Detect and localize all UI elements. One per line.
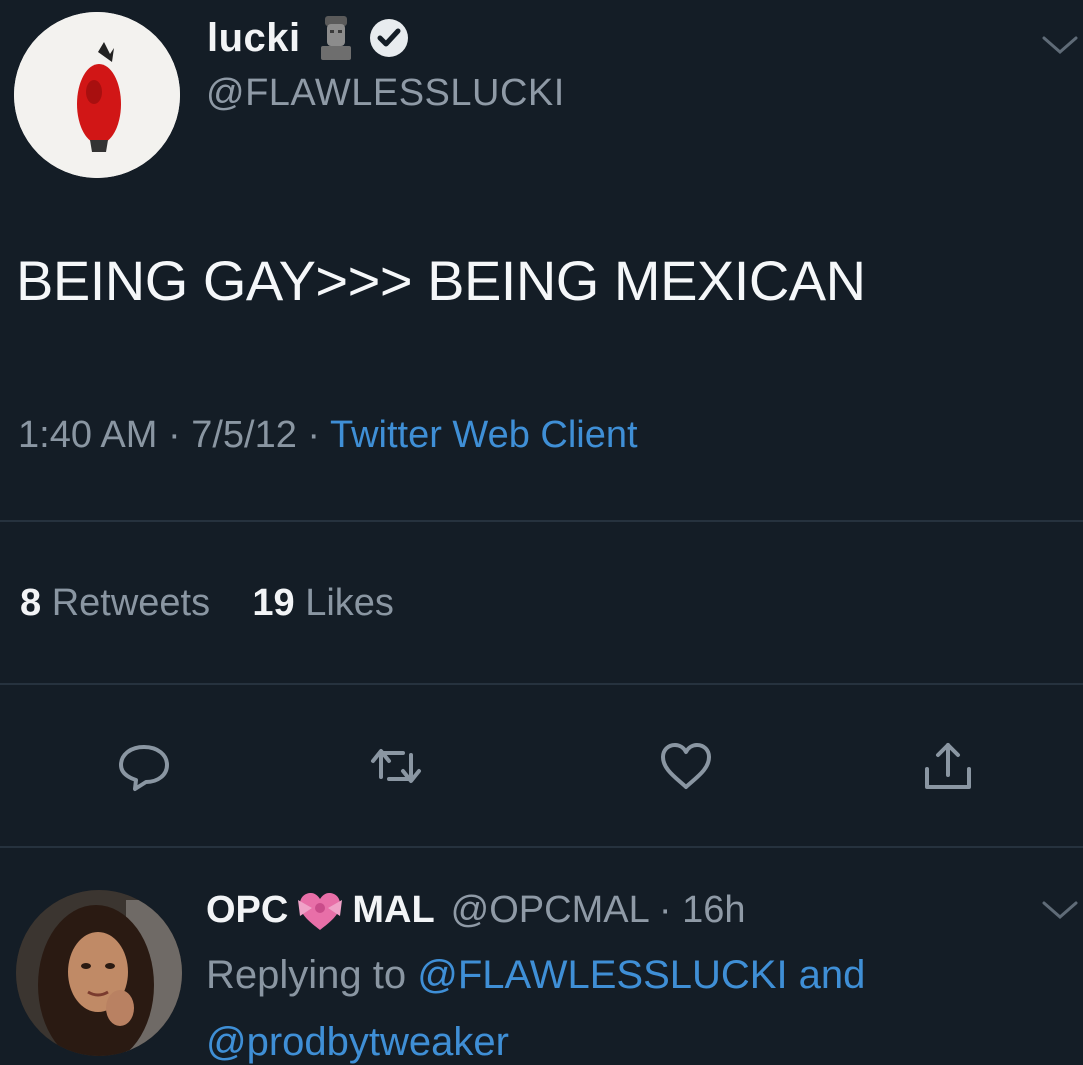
chevron-down-icon[interactable] [1040,895,1080,925]
meta-separator: · [157,414,192,456]
replying-prefix: Replying to [206,953,418,997]
reply-author-avatar[interactable] [16,890,182,1056]
retweet-count: 8 [20,582,42,624]
divider [0,846,1083,848]
retweets-stat[interactable]: 8 Retweets [20,582,210,624]
display-name-row: lucki [207,10,411,66]
tweet-time: 1:40 AM [18,414,158,456]
like-label: Likes [305,582,394,624]
share-icon [925,743,971,789]
meta-separator: · [296,414,330,456]
tweet-client-link[interactable]: Twitter Web Client [330,414,638,456]
divider [0,683,1083,685]
reply-icon [119,745,169,791]
like-count: 19 [252,582,295,624]
retweet-button[interactable] [360,730,432,802]
tweet-stats: 8 Retweets 19 Likes [20,582,394,625]
reply-avatar-image [16,890,182,1056]
divider [0,520,1083,522]
replying-to-line: Replying to @FLAWLESSLUCKI and [206,953,865,998]
reply-name-part2[interactable]: MAL [352,889,434,932]
reply-header: OPC MAL @OPCMAL · 16h [206,882,746,938]
mention-link-2[interactable]: @prodbytweaker [206,1020,509,1065]
author-avatar[interactable] [14,12,180,178]
verified-badge-icon [369,19,408,57]
heart-icon [661,743,711,789]
mention-link[interactable]: @FLAWLESSLUCKI and [417,953,865,997]
display-name[interactable]: lucki [207,16,301,61]
like-button[interactable] [650,730,722,802]
retweet-icon [371,749,421,783]
reply-handle-time[interactable]: @OPCMAL · 16h [451,889,746,932]
heart-with-ribbon-emoji-icon [298,893,343,930]
tweet-text: BEING GAY>>> BEING MEXICAN [16,249,866,312]
tweet-meta: 1:40 AM · 7/5/12 · Twitter Web Client [18,414,638,457]
retweet-label: Retweets [51,582,211,624]
share-button[interactable] [912,730,984,802]
likes-stat[interactable]: 19 Likes [252,582,394,624]
tweet-date[interactable]: 7/5/12 [191,414,297,456]
reply-button[interactable] [108,730,180,802]
chevron-down-icon[interactable] [1040,30,1080,60]
reply-name-part1[interactable]: OPC [206,889,288,932]
moai-statue-emoji-icon [320,16,351,60]
author-handle[interactable]: @FLAWLESSLUCKI [206,72,565,115]
avatar-image [14,12,180,178]
